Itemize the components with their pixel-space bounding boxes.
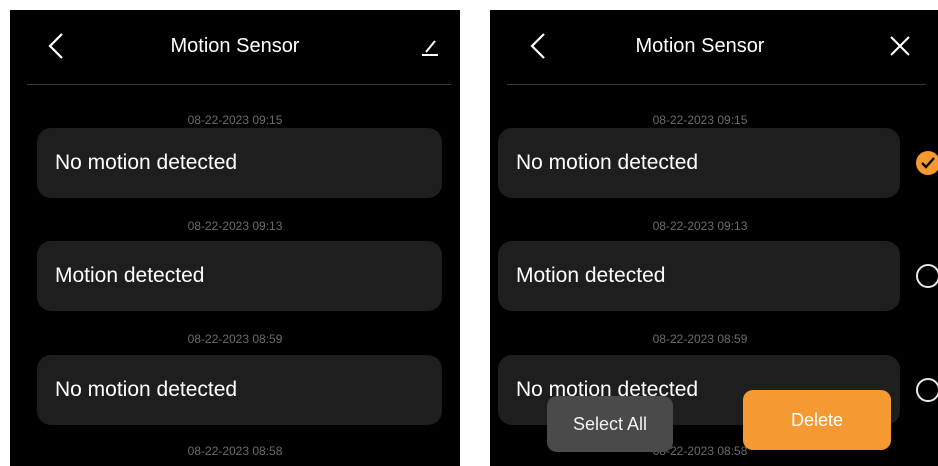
event-card[interactable]: No motion detected (37, 128, 442, 198)
event-timestamp: 08-22-2023 08:59 (187, 332, 283, 346)
page-title: Motion Sensor (170, 35, 300, 57)
event-timestamp: 08-22-2023 08:59 (652, 332, 748, 346)
close-icon[interactable] (888, 34, 912, 58)
event-timestamp: 08-22-2023 09:15 (652, 113, 748, 127)
edit-icon[interactable] (420, 34, 440, 58)
event-card[interactable]: Motion detected (498, 241, 900, 311)
motion-sensor-edit-screen: Motion Sensor 08-22-2023 09:15 No motion… (490, 10, 938, 466)
header-divider (507, 84, 926, 85)
event-timestamp: 08-22-2023 09:15 (187, 113, 283, 127)
delete-button[interactable]: Delete (743, 390, 891, 450)
checkmark-icon (921, 157, 935, 169)
select-all-button[interactable]: Select All (547, 396, 673, 452)
event-card[interactable]: No motion detected (37, 355, 442, 425)
selected-checkbox[interactable] (916, 151, 938, 175)
select-checkbox[interactable] (916, 264, 938, 288)
event-timestamp: 08-22-2023 09:13 (187, 219, 283, 233)
event-card[interactable]: No motion detected (498, 128, 900, 198)
select-checkbox[interactable] (916, 378, 938, 402)
event-timestamp: 08-22-2023 09:13 (652, 219, 748, 233)
event-card[interactable]: Motion detected (37, 241, 442, 311)
header-divider (27, 84, 451, 85)
event-timestamp: 08-22-2023 08:58 (187, 444, 283, 458)
page-title: Motion Sensor (635, 35, 765, 57)
motion-sensor-screen: Motion Sensor 08-22-2023 09:15 No motion… (10, 10, 460, 466)
